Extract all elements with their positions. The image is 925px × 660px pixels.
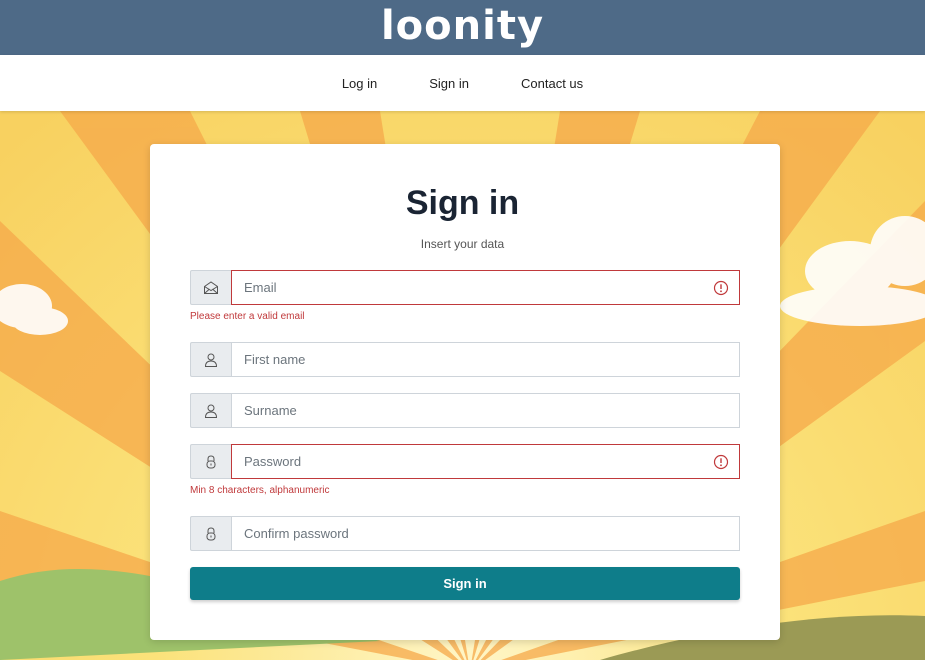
brand-logo[interactable]: loonity (381, 6, 544, 46)
error-icon (713, 280, 729, 296)
main-nav: Log in Sign in Contact us (0, 55, 925, 111)
nav-signin-link[interactable]: Sign in (429, 76, 469, 91)
signin-submit-button[interactable]: Sign in (190, 567, 740, 600)
envelope-icon (190, 270, 231, 305)
password-error-message: Min 8 characters, alphanumeric (190, 485, 330, 496)
confirm-password-placeholder: Confirm password (244, 526, 349, 541)
first-name-placeholder: First name (244, 352, 306, 367)
password-field-group: Password (190, 444, 740, 479)
nav-contact-link[interactable]: Contact us (521, 76, 583, 91)
confirm-password-field-group: Confirm password (190, 516, 740, 551)
page-subtitle: Insert your data (420, 237, 505, 251)
surname-field-group: Surname (190, 393, 740, 428)
user-icon (190, 342, 231, 377)
email-field-group: Email (190, 270, 740, 305)
surname-input[interactable]: Surname (231, 393, 740, 428)
password-input[interactable]: Password (231, 444, 740, 479)
page-title: Sign in (405, 184, 520, 222)
top-header: loonity (0, 0, 925, 55)
surname-placeholder: Surname (244, 403, 297, 418)
email-error-message: Please enter a valid email (190, 311, 305, 322)
nav-login-link[interactable]: Log in (342, 76, 377, 91)
lock-icon (190, 444, 231, 479)
email-input[interactable]: Email (231, 270, 740, 305)
email-placeholder: Email (244, 280, 277, 295)
lock-icon (190, 516, 231, 551)
confirm-password-input[interactable]: Confirm password (231, 516, 740, 551)
password-placeholder: Password (244, 454, 302, 469)
first-name-field-group: First name (190, 342, 740, 377)
error-icon (713, 454, 729, 470)
user-icon (190, 393, 231, 428)
first-name-input[interactable]: First name (231, 342, 740, 377)
